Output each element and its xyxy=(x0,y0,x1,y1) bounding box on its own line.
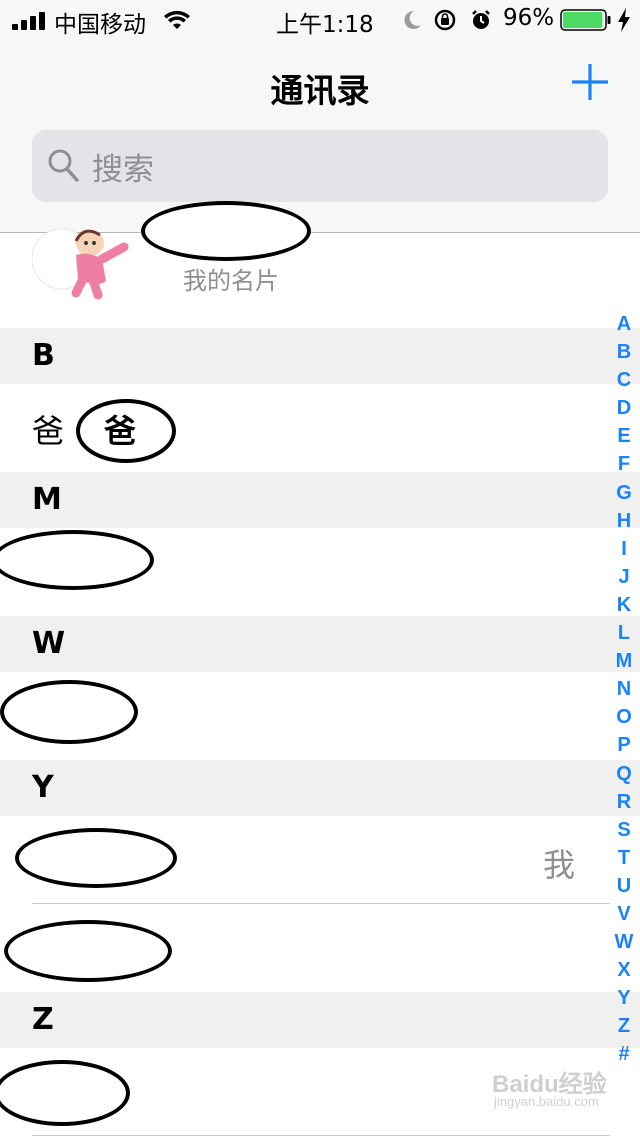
my-card-subtitle: 我的名片 xyxy=(183,267,279,295)
search-placeholder: 搜索 xyxy=(92,152,154,188)
index-letter[interactable]: F xyxy=(608,450,640,478)
charging-bolt-icon xyxy=(618,8,630,32)
orientation-lock-icon xyxy=(434,9,456,31)
index-letter[interactable]: I xyxy=(608,535,640,563)
contact-name-circled-char: 爸 xyxy=(104,412,137,450)
search-icon xyxy=(48,149,79,182)
index-letter[interactable]: E xyxy=(608,422,640,450)
contact-row[interactable]: 爸 爸 xyxy=(0,384,640,472)
battery-percentage: 96% xyxy=(503,5,555,31)
my-card[interactable]: 我的名片 xyxy=(0,201,640,328)
section-letter: Z xyxy=(32,1002,54,1037)
index-letter[interactable]: C xyxy=(608,366,640,394)
index-letter[interactable]: G xyxy=(608,479,640,507)
index-letter[interactable]: W xyxy=(608,928,640,956)
plus-icon[interactable] xyxy=(570,62,610,102)
index-letter[interactable]: V xyxy=(608,900,640,928)
contact-row[interactable] xyxy=(0,528,640,616)
index-letter[interactable]: H xyxy=(608,507,640,535)
contact-row[interactable] xyxy=(0,904,640,992)
index-letter[interactable]: D xyxy=(608,394,640,422)
section-header-m: M xyxy=(0,472,640,528)
index-letter[interactable]: S xyxy=(608,816,640,844)
contact-name: 爸 xyxy=(32,412,65,450)
index-letter[interactable]: L xyxy=(608,619,640,647)
index-letter[interactable]: P xyxy=(608,731,640,759)
section-header-w: W xyxy=(0,616,640,672)
section-letter: M xyxy=(32,482,62,517)
page-title: 通讯录 xyxy=(270,71,370,110)
index-letter[interactable]: K xyxy=(608,591,640,619)
wifi-icon xyxy=(164,10,190,29)
section-letter: Y xyxy=(32,770,54,805)
index-letter[interactable]: O xyxy=(608,703,640,731)
status-time: 上午1:18 xyxy=(276,12,374,38)
watermark-sub: jingyan.baidu.com xyxy=(494,1094,599,1109)
index-letter[interactable]: J xyxy=(608,563,640,591)
index-letter[interactable]: # xyxy=(608,1040,640,1068)
status-bar: 中国移动 上午1:18 96% xyxy=(0,0,640,40)
contact-row[interactable] xyxy=(0,672,640,760)
section-letter: B xyxy=(32,338,55,373)
signal-strength-icon xyxy=(12,12,45,30)
index-letter[interactable]: Q xyxy=(608,760,640,788)
do-not-disturb-icon xyxy=(404,10,421,29)
index-letter[interactable]: B xyxy=(608,338,640,366)
alphabet-index[interactable]: A B C D E F G H I J K L M N O P Q R S T U V W X Y Z # xyxy=(608,310,640,1069)
redacted-name-mark xyxy=(0,680,138,744)
contact-row-me[interactable]: 我 xyxy=(0,816,640,904)
carrier-name: 中国移动 xyxy=(54,12,146,38)
section-header-y: Y xyxy=(0,760,640,816)
navigation-bar: 通讯录 搜索 xyxy=(0,40,640,233)
index-letter[interactable]: A xyxy=(608,310,640,338)
index-letter[interactable]: M xyxy=(608,647,640,675)
index-letter[interactable]: R xyxy=(608,788,640,816)
battery-icon xyxy=(560,9,611,31)
redacted-name-mark xyxy=(0,530,154,590)
index-letter[interactable]: N xyxy=(608,675,640,703)
redacted-name-mark xyxy=(15,828,177,888)
my-card-avatar xyxy=(32,221,144,305)
alarm-icon xyxy=(472,10,490,29)
redacted-name-mark xyxy=(4,920,172,982)
redacted-name-mark xyxy=(0,1060,130,1126)
index-letter[interactable]: T xyxy=(608,844,640,872)
redacted-name-mark xyxy=(141,201,311,261)
index-letter[interactable]: U xyxy=(608,872,640,900)
index-letter[interactable]: X xyxy=(608,956,640,984)
search-field[interactable]: 搜索 xyxy=(32,130,608,202)
baidu-watermark-logo: Baidu经验 jingyan.baidu.com xyxy=(492,1064,612,1114)
index-letter[interactable]: Y xyxy=(608,984,640,1012)
section-letter: W xyxy=(32,626,66,661)
section-header-b: B xyxy=(0,328,640,384)
me-label: 我 xyxy=(543,846,576,884)
index-letter[interactable]: Z xyxy=(608,1012,640,1040)
section-header-z: Z xyxy=(0,992,640,1048)
